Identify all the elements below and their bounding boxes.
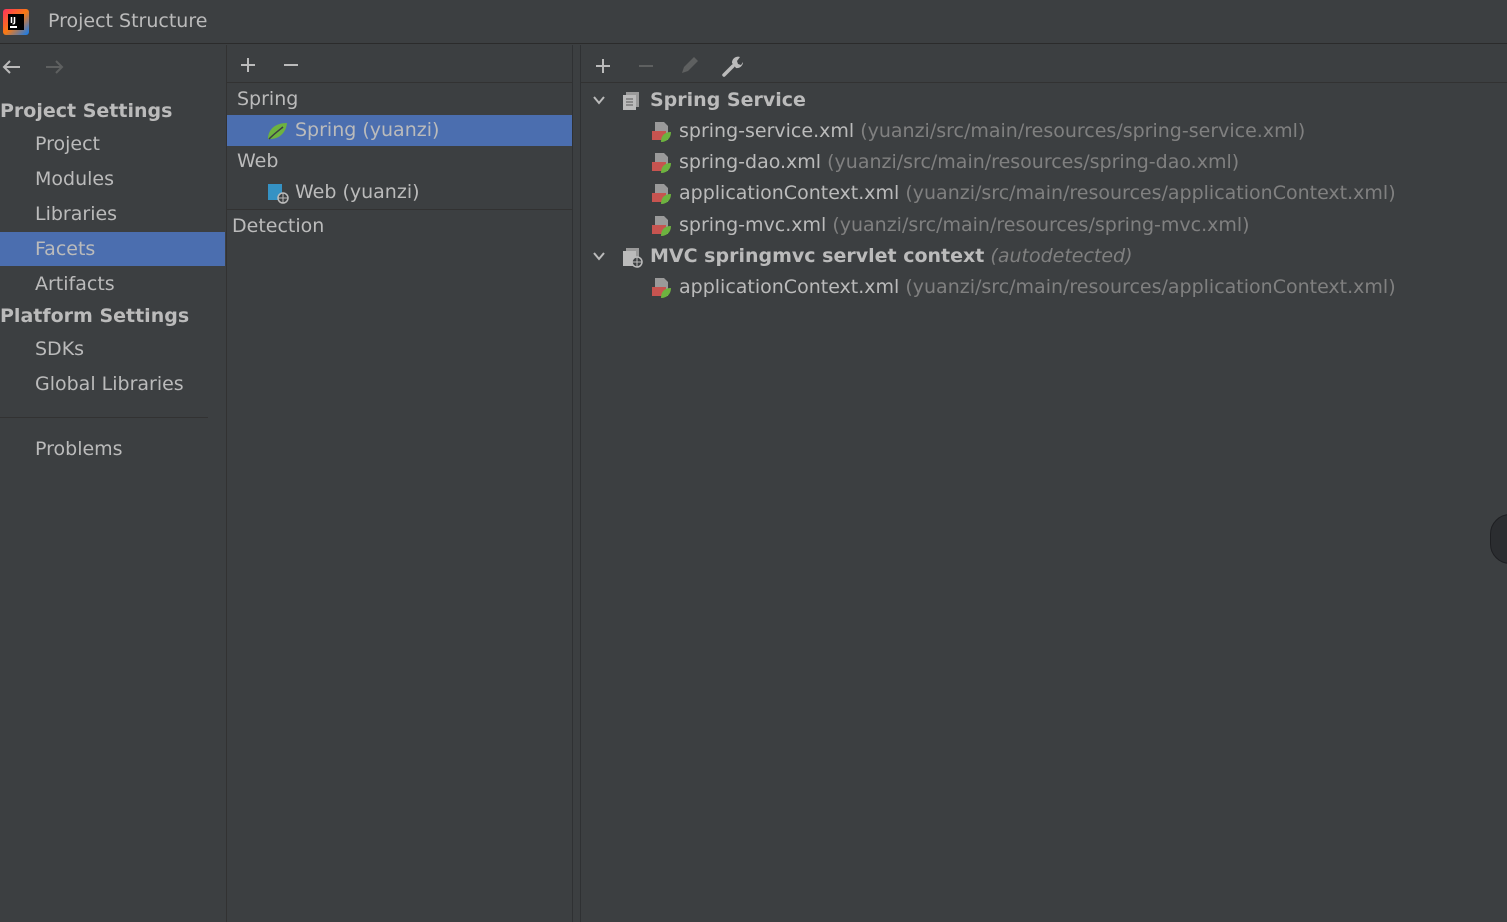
nav-item-artifacts[interactable]: Artifacts (0, 267, 225, 301)
wrench-icon[interactable] (719, 54, 745, 78)
facet-web-yuanzi[interactable]: Web (yuanzi) (227, 177, 573, 208)
facet-detection[interactable]: Detection (227, 211, 573, 242)
nav-item-modules[interactable]: Modules (0, 162, 225, 196)
fileset-icon (623, 92, 639, 110)
remove-facet-button[interactable] (278, 53, 304, 77)
remove-fileset-button[interactable] (633, 54, 659, 78)
nav-item-global-libraries[interactable]: Global Libraries (0, 367, 225, 401)
autodetected-note: (autodetected) (990, 245, 1133, 267)
settings-sidebar: Project Settings Project Modules Librari… (0, 45, 225, 922)
edit-pencil-icon[interactable] (676, 54, 702, 78)
section-platform-settings: Platform Settings (0, 305, 190, 327)
forward-arrow-icon[interactable] (42, 55, 66, 79)
intellij-logo-icon: IJ (3, 9, 29, 35)
back-arrow-icon[interactable] (0, 55, 24, 79)
chevron-down-icon[interactable] (591, 248, 607, 264)
fileset-group-name: MVC springmvc servlet context (650, 245, 985, 267)
add-facet-button[interactable] (235, 53, 261, 77)
svg-text:IJ: IJ (10, 16, 16, 25)
file-name: applicationContext.xml (679, 276, 900, 298)
file-name: applicationContext.xml (679, 182, 900, 204)
file-name: spring-service.xml (679, 120, 855, 142)
nav-item-sdks[interactable]: SDKs (0, 332, 225, 366)
nav-divider (0, 417, 208, 418)
nav-item-facets[interactable]: Facets (0, 232, 225, 266)
facet-group-spring[interactable]: Spring (227, 84, 573, 115)
facets-panel: Spring Spring (yuanzi) Web Web (yuanzi) … (226, 45, 573, 922)
facets-toolbar (227, 45, 573, 83)
spring-xml-file-icon (652, 278, 671, 298)
file-path: (yuanzi/src/main/resources/spring-servic… (860, 120, 1306, 142)
spring-leaf-icon (268, 123, 287, 140)
file-name: spring-dao.xml (679, 151, 822, 173)
fileset-file-row[interactable]: applicationContext.xml (yuanzi/src/main/… (581, 272, 1507, 303)
facet-spring-yuanzi-label: Spring (yuanzi) (295, 119, 440, 141)
fileset-panel: Spring Service spring-service.xml (yuanz… (581, 45, 1507, 922)
spring-xml-file-icon (652, 216, 671, 236)
nav-item-libraries[interactable]: Libraries (0, 197, 225, 231)
web-facet-icon (268, 184, 289, 204)
file-name: spring-mvc.xml (679, 214, 827, 236)
file-path: (yuanzi/src/main/resources/spring-mvc.xm… (832, 214, 1250, 236)
nav-item-problems[interactable]: Problems (0, 432, 225, 466)
fileset-group-row[interactable]: Spring Service (581, 85, 1507, 116)
fileset-file-row[interactable]: spring-dao.xml (yuanzi/src/main/resource… (581, 147, 1507, 178)
facet-web-yuanzi-label: Web (yuanzi) (295, 181, 420, 203)
spring-xml-file-icon (652, 153, 671, 173)
fileset-file-row[interactable]: applicationContext.xml (yuanzi/src/main/… (581, 178, 1507, 209)
facet-spring-yuanzi[interactable]: Spring (yuanzi) (227, 115, 573, 146)
title-bar: IJ Project Structure (0, 0, 1507, 44)
chevron-down-icon[interactable] (591, 92, 607, 108)
nav-item-project[interactable]: Project (0, 127, 225, 161)
fileset-file-row[interactable]: spring-mvc.xml (yuanzi/src/main/resource… (581, 210, 1507, 241)
fileset-group-name: Spring Service (650, 89, 806, 111)
fileset-toolbar (581, 45, 1507, 83)
section-project-settings: Project Settings (0, 100, 173, 122)
window-title: Project Structure (48, 10, 208, 32)
mvc-context-icon (623, 248, 643, 268)
spring-xml-file-icon (652, 122, 671, 142)
spring-xml-file-icon (652, 184, 671, 204)
fileset-file-row[interactable]: spring-service.xml (yuanzi/src/main/reso… (581, 116, 1507, 147)
facets-divider (227, 209, 573, 210)
add-fileset-button[interactable] (590, 54, 616, 78)
file-path: (yuanzi/src/main/resources/applicationCo… (905, 182, 1396, 204)
fileset-group-row[interactable]: MVC springmvc servlet context (autodetec… (581, 241, 1507, 272)
file-path: (yuanzi/src/main/resources/spring-dao.xm… (827, 151, 1240, 173)
file-path: (yuanzi/src/main/resources/applicationCo… (905, 276, 1396, 298)
facet-group-web[interactable]: Web (227, 146, 573, 177)
panel-splitter[interactable] (572, 45, 581, 922)
